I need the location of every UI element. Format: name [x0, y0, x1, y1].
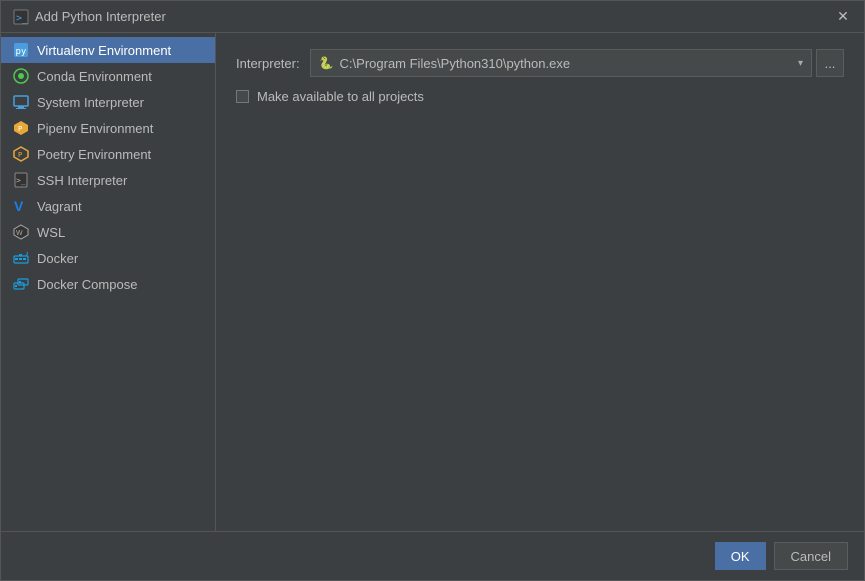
sidebar-item-docker[interactable]: Docker [1, 245, 215, 271]
ssh-icon: >_ [13, 172, 29, 188]
sidebar-item-label-system: System Interpreter [37, 95, 144, 110]
sidebar-item-ssh[interactable]: >_ SSH Interpreter [1, 167, 215, 193]
sidebar-item-conda[interactable]: Conda Environment [1, 63, 215, 89]
sidebar-item-label-docker: Docker [37, 251, 78, 266]
close-button[interactable]: ✕ [834, 8, 852, 26]
dialog-title-icon: >_ [13, 9, 29, 25]
sidebar-item-poetry[interactable]: P Poetry Environment [1, 141, 215, 167]
interpreter-select-inner: 🐍 C:\Program Files\Python310\python.exe [319, 56, 570, 71]
python-icon: 🐍 [319, 56, 334, 70]
svg-text:W: W [16, 230, 23, 237]
sidebar-item-label-virtualenv: Virtualenv Environment [37, 43, 171, 58]
content-area: py Virtualenv Environment Conda Environmen… [1, 33, 864, 531]
docker-icon [13, 250, 29, 266]
more-button[interactable]: ... [816, 49, 844, 77]
sidebar-item-system[interactable]: System Interpreter [1, 89, 215, 115]
interpreter-row: Interpreter: 🐍 C:\Program Files\Python31… [236, 49, 844, 77]
title-bar-left: >_ Add Python Interpreter [13, 9, 166, 25]
ok-button[interactable]: OK [715, 542, 766, 570]
svg-text:P: P [18, 151, 22, 159]
interpreter-select-wrapper: 🐍 C:\Program Files\Python310\python.exe … [310, 49, 844, 77]
make-available-checkbox[interactable] [236, 90, 249, 103]
vagrant-icon: V [13, 198, 29, 214]
svg-text:V: V [14, 198, 24, 214]
make-available-label: Make available to all projects [257, 89, 424, 104]
chevron-down-icon: ▾ [798, 58, 803, 69]
svg-text:P: P [18, 125, 22, 133]
virtualenv-icon: py [13, 42, 29, 58]
cancel-button[interactable]: Cancel [774, 542, 848, 570]
svg-text:py: py [16, 47, 27, 57]
docker-compose-icon [13, 276, 29, 292]
sidebar-item-docker-compose[interactable]: Docker Compose [1, 271, 215, 297]
conda-icon [13, 68, 29, 84]
sidebar-item-label-pipenv: Pipenv Environment [37, 121, 153, 136]
title-bar: >_ Add Python Interpreter ✕ [1, 1, 864, 33]
interpreter-label: Interpreter: [236, 56, 300, 71]
sidebar-item-virtualenv[interactable]: py Virtualenv Environment [1, 37, 215, 63]
svg-text:>_: >_ [16, 13, 29, 24]
checkbox-row: Make available to all projects [236, 89, 844, 104]
sidebar-item-label-docker-compose: Docker Compose [37, 277, 137, 292]
sidebar-item-label-ssh: SSH Interpreter [37, 173, 127, 188]
sidebar-item-label-poetry: Poetry Environment [37, 147, 151, 162]
sidebar-item-pipenv[interactable]: P Pipenv Environment [1, 115, 215, 141]
svg-text:>_: >_ [16, 176, 26, 185]
footer: OK Cancel [1, 531, 864, 580]
interpreter-value: C:\Program Files\Python310\python.exe [340, 56, 571, 71]
sidebar: py Virtualenv Environment Conda Environmen… [1, 33, 216, 531]
dialog: >_ Add Python Interpreter ✕ py Virtualenv… [0, 0, 865, 581]
sidebar-item-label-conda: Conda Environment [37, 69, 152, 84]
pipenv-icon: P [13, 120, 29, 136]
system-icon [13, 94, 29, 110]
interpreter-dropdown[interactable]: 🐍 C:\Program Files\Python310\python.exe … [310, 49, 812, 77]
sidebar-item-vagrant[interactable]: V Vagrant [1, 193, 215, 219]
wsl-icon: W [13, 224, 29, 240]
sidebar-item-wsl[interactable]: W WSL [1, 219, 215, 245]
main-panel: Interpreter: 🐍 C:\Program Files\Python31… [216, 33, 864, 531]
dialog-title: Add Python Interpreter [35, 9, 166, 24]
poetry-icon: P [13, 146, 29, 162]
sidebar-item-label-vagrant: Vagrant [37, 199, 82, 214]
sidebar-item-label-wsl: WSL [37, 225, 65, 240]
